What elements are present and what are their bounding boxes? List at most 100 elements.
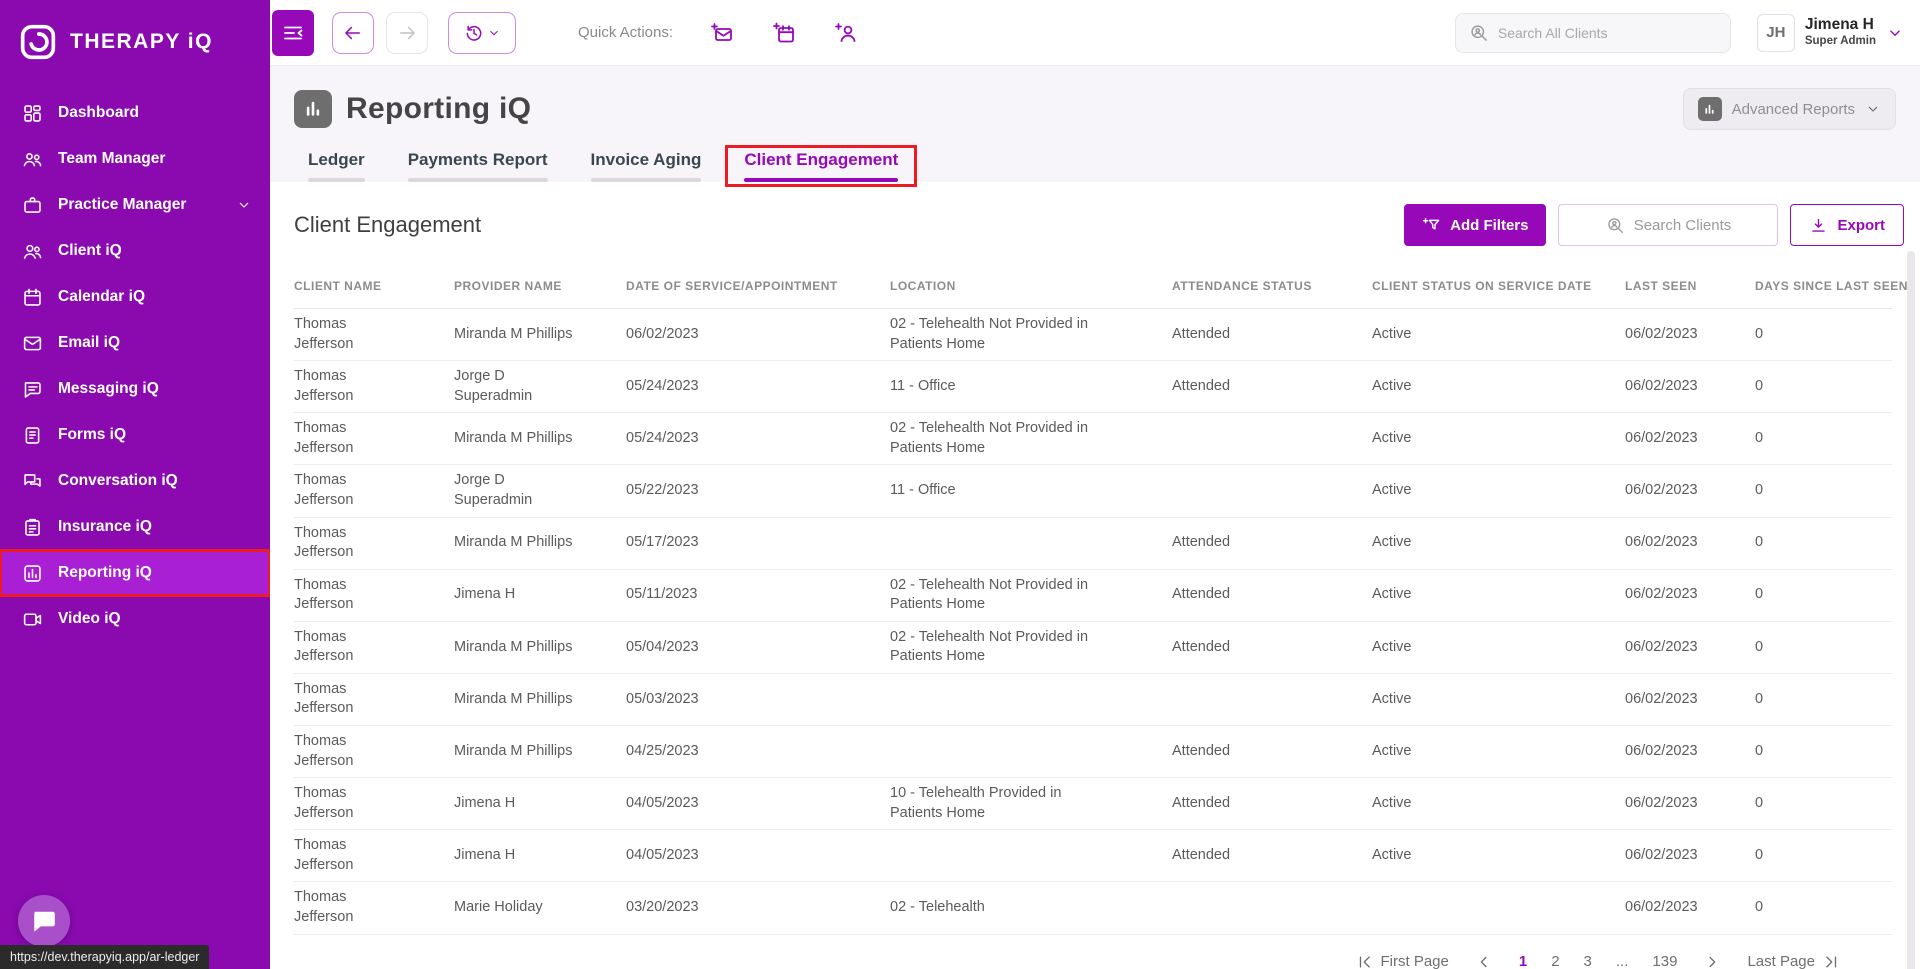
page-button-139[interactable]: 139 <box>1652 953 1677 969</box>
last-page-button[interactable]: Last Page <box>1747 953 1840 969</box>
table-row[interactable]: Thomas Jefferson Jimena H 04/05/2023 10 - T… <box>294 777 1892 831</box>
advanced-reports-button[interactable]: Advanced Reports <box>1682 88 1896 130</box>
table-row[interactable]: Thomas Jefferson Jimena H 04/05/2023 Attend… <box>294 829 1892 883</box>
sidebar-item-label: Forms iQ <box>58 426 127 443</box>
table-cell: Jorge D Superadmin <box>454 464 626 518</box>
chevron-down-icon <box>487 26 501 40</box>
search-clients-label: Search Clients <box>1633 216 1732 234</box>
table-cell: 06/02/2023 <box>1625 569 1755 622</box>
table-cell: 05/04/2023 <box>626 621 890 674</box>
table-cell: 06/02/2023 <box>1625 725 1755 779</box>
tab-underline <box>407 178 548 182</box>
back-button[interactable] <box>332 11 374 54</box>
tab-ledger[interactable]: Ledger <box>294 150 379 182</box>
new-client-quick-action[interactable] <box>833 20 859 46</box>
prev-page-button[interactable] <box>1475 953 1493 969</box>
first-page-label: First Page <box>1380 953 1449 969</box>
table-cell: Miranda M Phillips <box>454 673 626 727</box>
table-row[interactable]: Thomas Jefferson Jorge D Superadmin 05/22/… <box>294 464 1892 518</box>
table-cell: 0 <box>1755 412 1892 466</box>
table-cell: 0 <box>1755 308 1892 362</box>
sidebar-item-messaging-iq[interactable]: Messaging iQ <box>0 366 270 412</box>
table-cell: Attended <box>1172 308 1372 362</box>
brand-logo[interactable]: THERAPY iQ <box>0 0 270 76</box>
mail-plus-icon <box>710 21 734 45</box>
table-row[interactable]: Thomas Jefferson Marie Holiday 03/20/2023 0… <box>294 881 1892 935</box>
tab-label: Payments Report <box>407 150 548 169</box>
table-cell: 06/02/2023 <box>1625 360 1755 414</box>
page-button-1[interactable]: 1 <box>1519 953 1527 969</box>
sidebar-item-reporting-iq[interactable]: Reporting iQ <box>0 549 271 597</box>
table-cell: 10 - Telehealth Provided in Patients Hom… <box>890 777 1172 831</box>
table-cell: Active <box>1372 829 1625 883</box>
sidebar-item-practice-manager[interactable]: Practice Manager <box>0 182 270 228</box>
video-icon <box>22 609 43 630</box>
sidebar-item-team-manager[interactable]: Team Manager <box>0 136 270 182</box>
table-row[interactable]: Thomas Jefferson Miranda M Phillips 05/03/… <box>294 673 1892 727</box>
history-button[interactable] <box>448 11 516 54</box>
tab-invoice-aging[interactable]: Invoice Aging <box>577 150 716 182</box>
table-cell <box>890 725 1172 779</box>
calendar-icon <box>22 287 43 308</box>
sidebar-item-calendar-iq[interactable]: Calendar iQ <box>0 274 270 320</box>
table-cell: 05/24/2023 <box>626 412 890 466</box>
table-cell: 0 <box>1755 569 1892 622</box>
sidebar-item-email-iq[interactable]: Email iQ <box>0 320 270 366</box>
table-cell: Marie Holiday <box>454 881 626 935</box>
sidebar-item-video-iq[interactable]: Video iQ <box>0 596 270 642</box>
table-row[interactable]: Thomas Jefferson Miranda M Phillips 05/24/… <box>294 412 1892 466</box>
forms-icon <box>22 425 43 446</box>
avatar: JH <box>1756 13 1795 52</box>
sidebar-item-dashboard[interactable]: Dashboard <box>0 90 270 136</box>
user-menu[interactable]: JH Jimena H Super Admin <box>1756 13 1904 52</box>
table-cell: Miranda M Phillips <box>454 621 626 674</box>
table-cell: Jimena H <box>454 829 626 883</box>
table-row[interactable]: Thomas Jefferson Miranda M Phillips 06/02/… <box>294 308 1892 362</box>
search-all-clients-input[interactable] <box>1497 24 1717 41</box>
tab-payments-report[interactable]: Payments Report <box>394 150 562 182</box>
new-email-quick-action[interactable] <box>709 20 735 46</box>
last-page-icon <box>1822 953 1840 969</box>
sidebar-item-forms-iq[interactable]: Forms iQ <box>0 412 270 458</box>
table-cell: Miranda M Phillips <box>454 412 626 466</box>
table-cell: 0 <box>1755 829 1892 883</box>
table-row[interactable]: Thomas Jefferson Miranda M Phillips 04/25/… <box>294 725 1892 779</box>
page-button-3[interactable]: 3 <box>1584 953 1592 969</box>
table-row[interactable]: Thomas Jefferson Miranda M Phillips 05/17/… <box>294 517 1892 570</box>
table-row[interactable]: Thomas Jefferson Jorge D Superadmin 05/24/… <box>294 360 1892 414</box>
table-row[interactable]: Thomas Jefferson Jimena H 05/11/2023 02 - T… <box>294 569 1892 622</box>
chat-fab-button[interactable] <box>18 895 70 947</box>
tab-client-engagement[interactable]: Client Engagement <box>725 145 918 187</box>
forward-button[interactable] <box>386 11 428 54</box>
new-appointment-quick-action[interactable] <box>771 20 797 46</box>
table-cell: Thomas Jefferson <box>294 360 454 414</box>
chevron-left-icon <box>1475 953 1493 969</box>
next-page-button[interactable] <box>1703 953 1721 969</box>
table-header-row: CLIENT NAME PROVIDER NAME DATE OF SERVICE/… <box>294 264 1907 309</box>
sidebar-item-insurance-iq[interactable]: Insurance iQ <box>0 504 270 550</box>
search-client-icon <box>1469 23 1489 43</box>
table-cell: Attended <box>1172 829 1372 883</box>
table-row[interactable]: Thomas Jefferson Miranda M Phillips 05/04/… <box>294 621 1892 674</box>
table-cell: Miranda M Phillips <box>454 308 626 362</box>
sidebar-item-client-iq[interactable]: Client iQ <box>0 228 270 274</box>
add-filters-button[interactable]: Add Filters <box>1404 204 1547 246</box>
search-all-clients-box[interactable] <box>1454 12 1731 53</box>
sidebar-collapse-button[interactable] <box>272 9 314 56</box>
team-icon <box>22 149 43 170</box>
table-cell: 06/02/2023 <box>1625 777 1755 831</box>
page-button-2[interactable]: 2 <box>1551 953 1559 969</box>
pagination: First Page 1 2 3... 139 Last Page <box>270 935 1920 969</box>
search-clients-button[interactable]: Search Clients <box>1558 204 1779 246</box>
vertical-scrollbar[interactable] <box>1907 251 1915 969</box>
first-page-button[interactable]: First Page <box>1356 953 1449 969</box>
table-cell: Thomas Jefferson <box>294 412 454 466</box>
chevron-down-icon <box>1886 24 1904 42</box>
sidebar-item-conversation-iq[interactable]: Conversation iQ <box>0 458 270 504</box>
table-cell <box>890 517 1172 570</box>
table-cell: 02 - Telehealth Not Provided in Patients… <box>890 621 1172 674</box>
table-cell: Active <box>1372 621 1625 674</box>
export-button[interactable]: Export <box>1790 204 1904 246</box>
table-cell: Active <box>1372 569 1625 622</box>
sidebar-item-label: Video iQ <box>58 610 121 627</box>
